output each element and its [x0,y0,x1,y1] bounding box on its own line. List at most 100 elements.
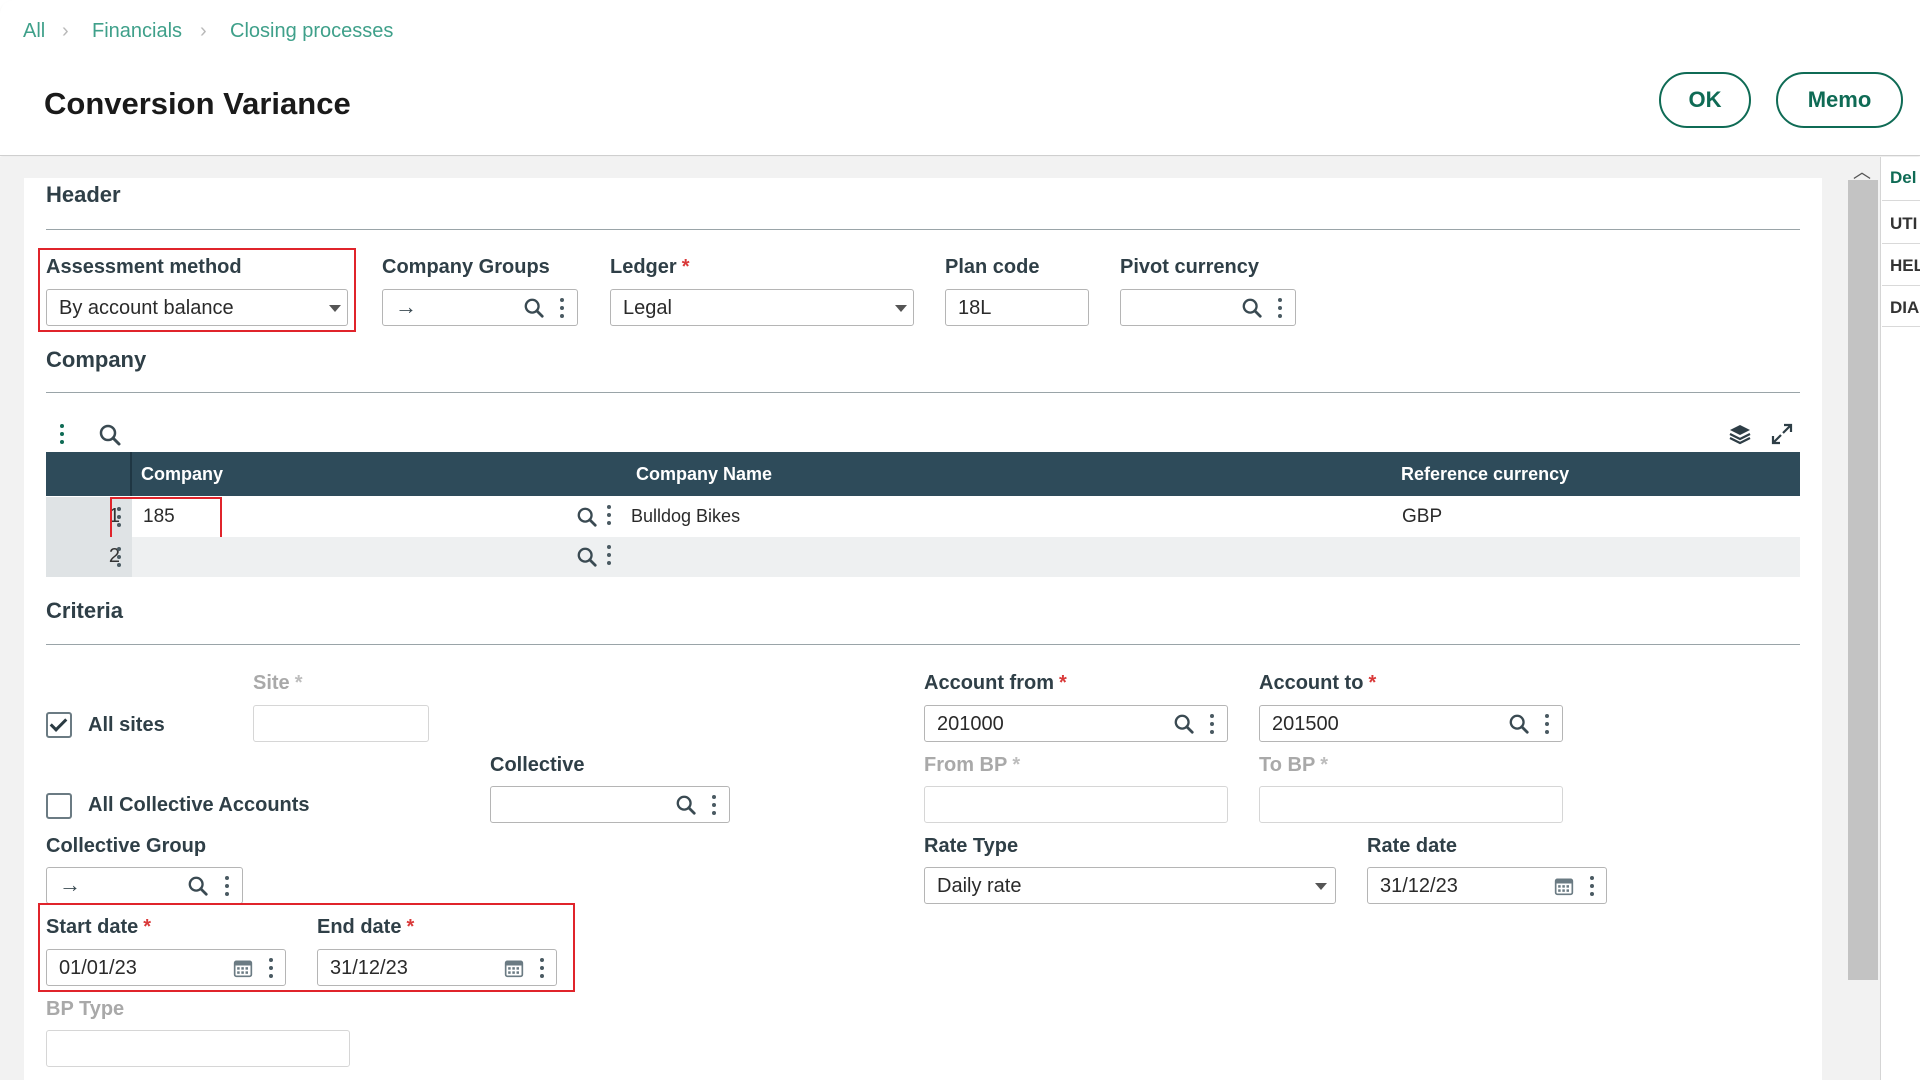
account-to-label: Account to * [1259,672,1377,694]
right-panel-item-del[interactable]: Del [1890,168,1916,188]
site-label: Site * [253,672,303,694]
ledger-select[interactable]: Legal [610,289,914,326]
rate-date-field[interactable]: 31/12/23 [1367,867,1607,904]
end-date-label: End date * [317,916,415,938]
column-header-reference-currency[interactable]: Reference currency [1401,464,1569,485]
right-panel-item-uti[interactable]: UTI [1890,214,1917,234]
end-date-field[interactable]: 31/12/23 [317,949,557,986]
search-icon[interactable] [98,423,122,447]
rate-type-select[interactable]: Daily rate [924,867,1336,904]
expand-icon[interactable] [1770,422,1794,446]
kebab-icon[interactable] [606,504,612,526]
to-bp-field[interactable] [1259,786,1563,823]
from-bp-field[interactable] [924,786,1228,823]
rate-type-label: Rate Type [924,835,1019,857]
ledger-value: Legal [623,297,672,319]
kebab-icon[interactable] [224,875,230,897]
assessment-method-select[interactable]: By account balance [46,289,348,326]
search-icon[interactable] [523,297,545,319]
scroll-up-icon[interactable]: ︿ [1853,158,1871,184]
breadcrumb-closing-processes[interactable]: Closing processes [230,20,393,43]
memo-button[interactable]: Memo [1776,72,1903,128]
bp-type-field[interactable] [46,1030,350,1067]
kebab-icon[interactable] [268,957,274,979]
to-bp-label: To BP * [1259,754,1329,776]
company-cell-highlight [110,497,222,539]
table-header: Company Company Name Reference currency [46,452,1800,496]
start-date-field[interactable]: 01/01/23 [46,949,286,986]
kebab-icon[interactable] [1277,297,1283,319]
chevron-down-icon [1315,883,1327,890]
all-collective-accounts-label: All Collective Accounts [88,794,310,816]
site-field[interactable] [253,705,429,742]
column-header-company[interactable]: Company [141,464,223,485]
search-icon[interactable] [1241,297,1263,319]
cell-company-name: Bulldog Bikes [631,506,741,526]
company-groups-field[interactable]: → [382,289,578,326]
start-date-value: 01/01/23 [59,957,137,979]
search-icon[interactable] [1508,713,1530,735]
search-icon[interactable] [1173,713,1195,735]
plan-code-field[interactable]: 18L [945,289,1089,326]
assessment-method-value: By account balance [59,297,234,319]
top-bar: All › Financials › Closing processes Con… [0,0,1920,156]
kebab-icon[interactable] [1589,875,1595,897]
cell-reference-currency: GBP [1402,506,1443,527]
search-icon[interactable] [187,875,209,897]
arrow-right-icon: → [59,872,81,897]
ok-button[interactable]: OK [1659,72,1751,128]
right-panel-item-dia[interactable]: DIA [1890,298,1919,318]
rate-date-value: 31/12/23 [1380,875,1458,897]
table-row[interactable]: 1 185 Bulldog Bikes GBP [46,497,1800,537]
scrollbar-thumb[interactable] [1848,180,1878,980]
kebab-icon[interactable] [1209,713,1215,735]
breadcrumb-financials[interactable]: Financials [92,20,182,43]
table-actions-kebab-icon[interactable] [59,423,65,445]
search-icon[interactable] [576,546,598,568]
plan-code-label: Plan code [945,256,1040,278]
account-to-value: 201500 [1272,713,1339,735]
bp-type-label: BP Type [46,998,125,1020]
pivot-currency-field[interactable] [1120,289,1296,326]
collective-group-label: Collective Group [46,835,207,857]
right-panel-item-hel[interactable]: HEL [1890,256,1920,276]
company-groups-label: Company Groups [382,256,550,278]
kebab-icon[interactable] [606,544,612,566]
collective-group-field[interactable]: → [46,867,243,904]
plan-code-value: 18L [958,297,992,319]
checkmark-icon [49,714,68,732]
layers-icon[interactable] [1728,422,1752,446]
breadcrumb-separator-icon: › [62,20,69,42]
breadcrumb-separator-icon: › [200,20,207,42]
calendar-icon[interactable] [233,958,253,978]
account-from-value: 201000 [937,713,1004,735]
rate-type-value: Daily rate [937,875,1022,897]
all-sites-checkbox[interactable] [46,712,72,738]
page-title: Conversion Variance [44,86,351,121]
kebab-icon[interactable] [559,297,565,319]
all-sites-label: All sites [88,714,165,736]
account-from-field[interactable]: 201000 [924,705,1228,742]
account-from-label: Account from * [924,672,1067,694]
arrow-right-icon: → [395,294,417,319]
collective-field[interactable] [490,786,730,823]
end-date-value: 31/12/23 [330,957,408,979]
row-kebab-icon[interactable] [116,546,122,568]
chevron-down-icon [895,305,907,312]
kebab-icon[interactable] [1544,713,1550,735]
account-to-field[interactable]: 201500 [1259,705,1563,742]
kebab-icon[interactable] [711,794,717,816]
all-collective-accounts-checkbox[interactable] [46,793,72,819]
calendar-icon[interactable] [1554,876,1574,896]
section-divider [46,229,1800,230]
collective-label: Collective [490,754,585,776]
column-header-company-name[interactable]: Company Name [636,464,772,485]
kebab-icon[interactable] [539,957,545,979]
section-title-criteria: Criteria [46,598,124,623]
section-divider [46,644,1800,645]
breadcrumb-all[interactable]: All [23,20,45,43]
search-icon[interactable] [576,506,598,528]
table-row[interactable]: 2 [46,537,1800,577]
calendar-icon[interactable] [504,958,524,978]
search-icon[interactable] [675,794,697,816]
